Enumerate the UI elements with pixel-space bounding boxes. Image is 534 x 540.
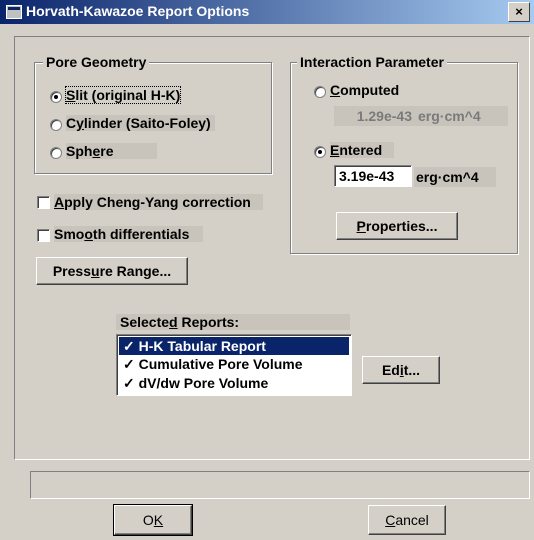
properties-button[interactable]: Properties... <box>336 212 458 240</box>
label-cheng-yang[interactable]: Apply Cheng-Yang correction <box>54 194 263 210</box>
pressure-range-button[interactable]: Pressure Range... <box>36 257 188 285</box>
app-icon <box>6 5 22 19</box>
list-item[interactable]: ✓ H-K Tabular Report <box>119 337 349 355</box>
list-item[interactable]: ✓ dV/dw Pore Volume <box>119 374 349 393</box>
radio-entered[interactable] <box>314 146 326 158</box>
radio-slit[interactable] <box>50 91 62 103</box>
selected-reports-label: Selected Reports: <box>116 314 350 330</box>
label-computed[interactable]: Computed <box>330 82 399 98</box>
list-item[interactable]: ✓ Cumulative Pore Volume <box>119 355 349 374</box>
window-title: Horvath-Kawazoe Report Options <box>26 3 250 19</box>
label-cylinder[interactable]: Cylinder (Saito-Foley) <box>66 115 215 131</box>
computed-value: 1.29e-43 <box>334 106 414 126</box>
edit-button[interactable]: Edit... <box>362 356 440 384</box>
entered-unit: erg·cm^4 <box>414 167 496 187</box>
title-bar[interactable]: Horvath-Kawazoe Report Options × <box>0 0 534 24</box>
entered-value-input[interactable]: 3.19e-43 <box>334 165 412 187</box>
close-button[interactable]: × <box>508 2 530 22</box>
radio-sphere[interactable] <box>50 147 62 159</box>
label-smooth[interactable]: Smooth differentials <box>54 226 204 242</box>
close-icon: × <box>515 4 523 19</box>
label-sphere[interactable]: Sphere <box>66 143 158 159</box>
selected-reports-list[interactable]: ✓ H-K Tabular Report ✓ Cumulative Pore V… <box>116 334 352 396</box>
radio-cylinder[interactable] <box>50 119 62 131</box>
label-entered[interactable]: Entered <box>330 142 395 158</box>
radio-computed[interactable] <box>314 86 326 98</box>
pore-geometry-title: Pore Geometry <box>43 54 150 70</box>
computed-unit: erg·cm^4 <box>414 106 508 126</box>
cheng-yang-checkbox[interactable] <box>37 196 50 209</box>
ok-button[interactable]: OK <box>113 504 193 536</box>
cancel-button[interactable]: Cancel <box>368 505 446 535</box>
interaction-parameter-title: Interaction Parameter <box>297 54 447 70</box>
label-slit[interactable]: Slit (original H-K) <box>64 86 182 104</box>
smooth-checkbox[interactable] <box>37 229 50 242</box>
status-bar <box>30 471 530 499</box>
